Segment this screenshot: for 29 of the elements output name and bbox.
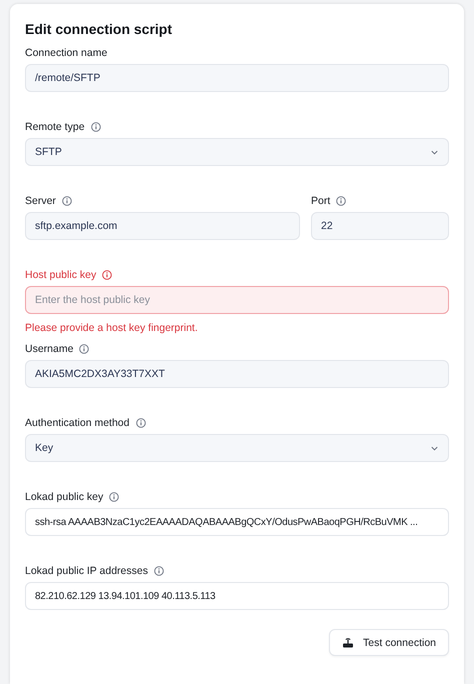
- text-input-field[interactable]: 82.210.62.129 13.94.101.109 40.113.5.113: [25, 582, 449, 610]
- text-input-field[interactable]: AKIA5MC2DX3AY33T7XXT: [25, 360, 449, 388]
- error-message: Please provide a host key fingerprint.: [25, 322, 198, 334]
- field-label: Username: [25, 343, 74, 355]
- field-label: Host public key: [25, 269, 96, 281]
- test-connection-button[interactable]: Test connection: [329, 629, 449, 656]
- text-input-field[interactable]: /remote/SFTP: [25, 64, 449, 92]
- info-icon[interactable]: [102, 270, 112, 280]
- field-label: Remote type: [25, 121, 85, 133]
- field-label: Lokad public key: [25, 491, 104, 503]
- field-label: Server: [25, 195, 56, 207]
- text-input-field[interactable]: ssh-rsa AAAAB3NzaC1yc2EAAAADAQABAAABgQCxY/OdusPwABaoqPGH/RcBuVMK ...: [25, 508, 449, 536]
- select-field[interactable]: Key: [25, 434, 449, 462]
- info-icon[interactable]: [109, 492, 120, 502]
- field-label: Lokad public IP addresses: [25, 565, 148, 577]
- info-icon[interactable]: [154, 566, 164, 576]
- info-icon[interactable]: [90, 122, 101, 132]
- info-icon[interactable]: [136, 418, 146, 428]
- text-input-field[interactable]: 22: [311, 212, 449, 240]
- info-icon[interactable]: [79, 344, 90, 354]
- router-icon: [342, 636, 354, 648]
- field-label: Port: [311, 195, 330, 207]
- info-icon[interactable]: [336, 196, 346, 206]
- field-label: Connection name: [25, 47, 108, 59]
- text-input-field[interactable]: sftp.example.com: [25, 212, 300, 240]
- form-title: Edit connection script: [25, 21, 174, 37]
- field-label: Authentication method: [25, 417, 130, 429]
- select-field[interactable]: SFTP: [25, 138, 449, 166]
- info-icon[interactable]: [62, 196, 72, 206]
